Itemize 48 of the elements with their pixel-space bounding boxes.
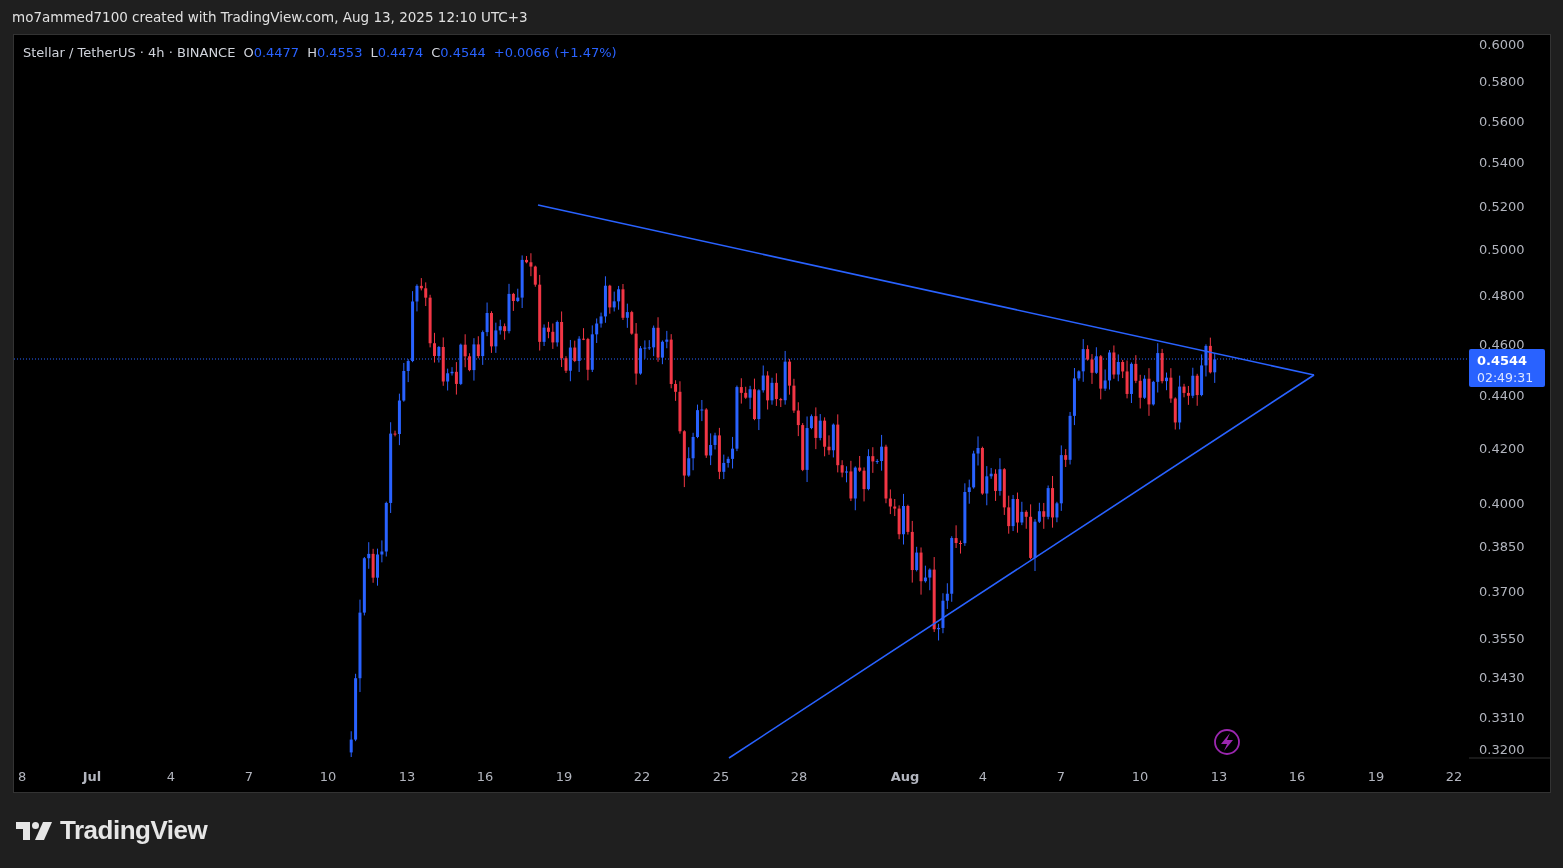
price-axis-label: 0.3850 bbox=[1479, 539, 1525, 554]
price-axis-label: 0.5800 bbox=[1479, 74, 1525, 89]
price-axis-label: 0.5600 bbox=[1479, 114, 1525, 129]
time-axis-label: 19 bbox=[555, 769, 573, 784]
symbol-title: Stellar / TetherUS · 4h · BINANCE bbox=[23, 45, 236, 60]
time-axis-label: 19 bbox=[1367, 769, 1385, 784]
attribution-text: mo7ammed7100 created with TradingView.com, Aug 13, 2025 12:10 UTC+3 bbox=[11, 8, 529, 27]
time-axis-label: 7 bbox=[1056, 769, 1066, 784]
price-tag-countdown: 02:49:31 bbox=[1477, 370, 1534, 385]
price-axis-label: 0.4400 bbox=[1479, 388, 1525, 403]
time-axis-label: 16 bbox=[1288, 769, 1306, 784]
price-axis-label: 0.5400 bbox=[1479, 155, 1525, 170]
price-axis-label: 0.3310 bbox=[1479, 710, 1525, 725]
price-axis-label: 0.5200 bbox=[1479, 199, 1525, 214]
price-axis-label: 0.3200 bbox=[1479, 742, 1525, 757]
ohlc-value: O0.4477 bbox=[243, 45, 300, 60]
time-axis-label: 8 bbox=[18, 769, 27, 784]
time-axis-label: 22 bbox=[633, 769, 651, 784]
time-axis-label: 13 bbox=[1210, 769, 1228, 784]
lightning-icon[interactable] bbox=[1214, 729, 1240, 755]
price-axis-label: 0.4000 bbox=[1479, 496, 1525, 511]
ohlc-value: C0.4544 bbox=[431, 45, 486, 60]
time-axis-label: 16 bbox=[476, 769, 494, 784]
price-axis-label: 0.4600 bbox=[1479, 337, 1525, 352]
price-axis-label: 0.6000 bbox=[1479, 37, 1525, 52]
time-axis-label: 28 bbox=[790, 769, 808, 784]
time-axis-label: 4 bbox=[166, 769, 176, 784]
price-axis-label: 0.4200 bbox=[1479, 441, 1525, 456]
price-axis-label: 0.4800 bbox=[1479, 288, 1525, 303]
time-axis-label: 4 bbox=[978, 769, 988, 784]
time-axis-label: 10 bbox=[319, 769, 337, 784]
price-axis-label: 0.3430 bbox=[1479, 670, 1525, 685]
ohlc-value: L0.4474 bbox=[370, 45, 424, 60]
time-axis-label: 7 bbox=[244, 769, 254, 784]
logo-icon bbox=[16, 821, 52, 840]
price-axis-label: 0.3550 bbox=[1479, 631, 1525, 646]
price-axis-label: 0.3700 bbox=[1479, 584, 1525, 599]
logo-text: TradingView bbox=[60, 815, 208, 846]
price-tag-value: 0.4544 bbox=[1477, 353, 1528, 368]
time-axis-label: 22 bbox=[1445, 769, 1463, 784]
time-axis-label: 25 bbox=[712, 769, 730, 784]
time-axis-label: Jul bbox=[82, 769, 102, 784]
ohlc-value: H0.4553 bbox=[307, 45, 363, 60]
time-axis-label: 10 bbox=[1131, 769, 1149, 784]
time-axis-label: 13 bbox=[398, 769, 416, 784]
time-axis-label: Aug bbox=[890, 769, 920, 784]
price-change: +0.0066 (+1.47%) bbox=[493, 45, 617, 60]
price-axis-label: 0.5000 bbox=[1479, 242, 1525, 257]
